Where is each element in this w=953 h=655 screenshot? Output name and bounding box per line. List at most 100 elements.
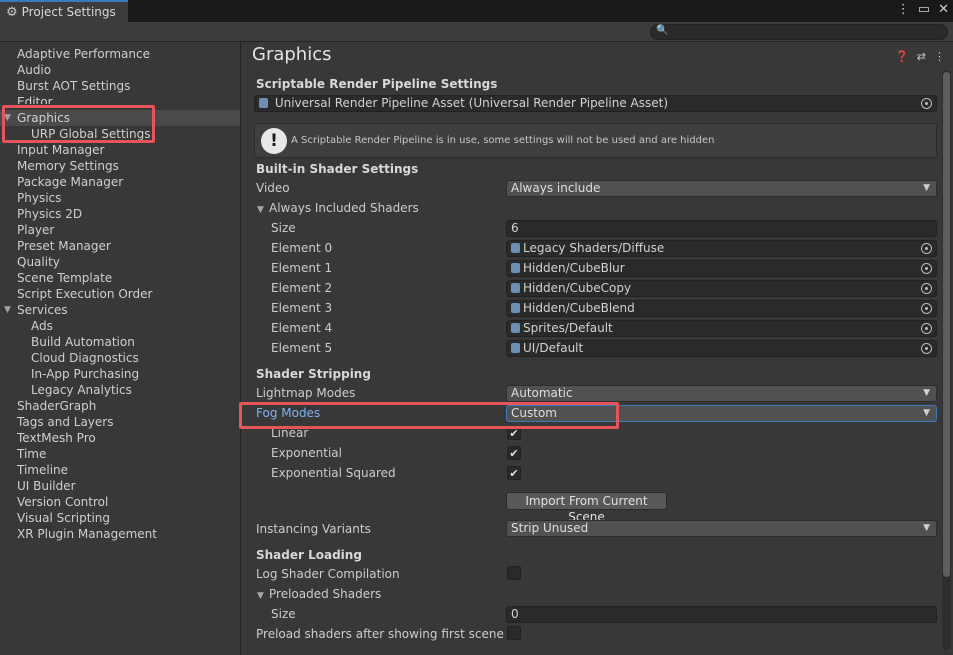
- shader-icon: [511, 343, 520, 353]
- lightmap-modes-label: Lightmap Modes: [256, 386, 356, 400]
- sidebar-item-package-manager[interactable]: Package Manager: [17, 174, 123, 190]
- preloaded-size-label: Size: [271, 607, 296, 621]
- maximize-icon[interactable]: ▭: [918, 2, 930, 17]
- video-dropdown[interactable]: Always include ▼: [506, 180, 937, 197]
- object-picker-icon[interactable]: [921, 323, 932, 334]
- sidebar-item-scene-template[interactable]: Scene Template: [17, 270, 112, 286]
- sidebar-item-tags-and-layers[interactable]: Tags and Layers: [17, 414, 113, 430]
- scrollbar-thumb[interactable]: [943, 72, 950, 577]
- shader-loading-section-header: Shader Loading: [256, 548, 362, 562]
- sidebar-item-quality[interactable]: Quality: [17, 254, 60, 270]
- always-included-size-field[interactable]: 6: [506, 220, 937, 237]
- video-label: Video: [256, 181, 290, 195]
- srp-asset-field[interactable]: Universal Render Pipeline Asset (Univers…: [254, 95, 937, 112]
- kebab-menu-icon[interactable]: ⋮: [934, 50, 945, 63]
- sidebar-item-adaptive-performance[interactable]: Adaptive Performance: [17, 46, 150, 62]
- fold-open-icon[interactable]: ▼: [257, 591, 264, 601]
- lightmap-modes-dropdown[interactable]: Automatic ▼: [506, 385, 937, 402]
- always-included-shaders-label[interactable]: Always Included Shaders: [269, 201, 419, 215]
- warning-message: A Scriptable Render Pipeline is in use, …: [291, 135, 715, 146]
- sidebar-item-label: Services: [17, 303, 68, 317]
- fog-modes-highlight-box: [239, 402, 619, 429]
- sidebar-item-textmesh-pro[interactable]: TextMesh Pro: [17, 430, 96, 446]
- object-picker-icon[interactable]: [921, 303, 932, 314]
- sidebar-item-preset-manager[interactable]: Preset Manager: [17, 238, 111, 254]
- preloaded-shaders-label[interactable]: Preloaded Shaders: [269, 587, 381, 601]
- sidebar-item-player[interactable]: Player: [17, 222, 54, 238]
- fold-open-icon[interactable]: ▼: [257, 205, 264, 215]
- builtin-section-header: Built-in Shader Settings: [256, 162, 419, 176]
- sidebar-item-services[interactable]: ▼ Services: [4, 302, 68, 318]
- chevron-down-icon: ▼: [923, 388, 930, 398]
- object-picker-icon[interactable]: [921, 263, 932, 274]
- vertical-scrollbar[interactable]: [942, 70, 951, 650]
- element-3-value: Hidden/CubeBlend: [523, 301, 635, 315]
- warning-icon: !: [261, 128, 287, 154]
- kebab-menu-icon[interactable]: ⋮: [897, 2, 910, 17]
- log-shader-compilation-label: Log Shader Compilation: [256, 567, 400, 581]
- log-shader-compilation-checkbox[interactable]: [507, 566, 521, 580]
- sidebar-item-physics-2d[interactable]: Physics 2D: [17, 206, 82, 222]
- chevron-down-icon: ▼: [923, 523, 930, 533]
- sidebar-item-visual-scripting[interactable]: Visual Scripting: [17, 510, 110, 526]
- object-picker-icon[interactable]: [921, 98, 932, 109]
- object-picker-icon[interactable]: [921, 243, 932, 254]
- instancing-variants-value: Strip Unused: [511, 521, 589, 535]
- fold-open-icon[interactable]: ▼: [4, 302, 11, 318]
- video-value: Always include: [511, 181, 601, 195]
- toolbar: 🔍: [0, 22, 953, 42]
- element-2-value: Hidden/CubeCopy: [523, 281, 632, 295]
- sidebar-item-timeline[interactable]: Timeline: [17, 462, 68, 478]
- search-input[interactable]: 🔍: [650, 24, 948, 40]
- element-3-field[interactable]: Hidden/CubeBlend: [506, 300, 937, 317]
- gear-icon: ⚙: [6, 4, 18, 20]
- sidebar-item-build-automation[interactable]: Build Automation: [31, 334, 135, 350]
- sidebar-item-version-control[interactable]: Version Control: [17, 494, 108, 510]
- exponential-fog-label: Exponential: [271, 446, 342, 460]
- sidebar-item-memory-settings[interactable]: Memory Settings: [17, 158, 119, 174]
- sidebar-item-burst-aot[interactable]: Burst AOT Settings: [17, 78, 130, 94]
- page-title: Graphics: [252, 44, 332, 65]
- object-picker-icon[interactable]: [921, 343, 932, 354]
- sidebar-item-ui-builder[interactable]: UI Builder: [17, 478, 76, 494]
- element-4-field[interactable]: Sprites/Default: [506, 320, 937, 337]
- element-4-label: Element 4: [271, 321, 333, 335]
- sidebar-item-in-app-purchasing[interactable]: In-App Purchasing: [31, 366, 139, 382]
- object-picker-icon[interactable]: [921, 283, 932, 294]
- preload-after-first-scene-checkbox[interactable]: [507, 626, 521, 640]
- sidebar-item-physics[interactable]: Physics: [17, 190, 61, 206]
- import-from-current-scene-button[interactable]: Import From Current Scene: [506, 492, 667, 524]
- element-0-field[interactable]: Legacy Shaders/Diffuse: [506, 240, 937, 257]
- exponential-squared-fog-label: Exponential Squared: [271, 466, 396, 480]
- sidebar-item-cloud-diagnostics[interactable]: Cloud Diagnostics: [31, 350, 139, 366]
- window-titlebar: ⚙ Project Settings ⋮ ▭ ✕: [0, 0, 953, 22]
- project-settings-tab[interactable]: ⚙ Project Settings: [0, 0, 128, 22]
- sidebar-item-script-execution-order[interactable]: Script Execution Order: [17, 286, 152, 302]
- exponential-squared-fog-checkbox[interactable]: ✔: [507, 466, 521, 480]
- element-1-value: Hidden/CubeBlur: [523, 261, 625, 275]
- instancing-variants-dropdown[interactable]: Strip Unused ▼: [506, 520, 937, 537]
- element-2-field[interactable]: Hidden/CubeCopy: [506, 280, 937, 297]
- element-1-field[interactable]: Hidden/CubeBlur: [506, 260, 937, 277]
- preloaded-size-field[interactable]: 0: [506, 606, 937, 623]
- sidebar-item-legacy-analytics[interactable]: Legacy Analytics: [31, 382, 132, 398]
- sidebar-item-shadergraph[interactable]: ShaderGraph: [17, 398, 96, 414]
- instancing-variants-label: Instancing Variants: [256, 522, 371, 536]
- sidebar-item-audio[interactable]: Audio: [17, 62, 51, 78]
- presets-icon[interactable]: ⇄: [917, 50, 926, 63]
- close-icon[interactable]: ✕: [938, 2, 949, 17]
- element-0-value: Legacy Shaders/Diffuse: [523, 241, 665, 255]
- sidebar-item-ads[interactable]: Ads: [31, 318, 53, 334]
- sidebar-item-editor[interactable]: Editor: [17, 94, 53, 104]
- shader-icon: [511, 283, 520, 293]
- element-5-field[interactable]: UI/Default: [506, 340, 937, 357]
- shader-icon: [511, 303, 520, 313]
- help-icon[interactable]: ❓: [895, 50, 909, 63]
- sidebar-item-xr-plugin-management[interactable]: XR Plugin Management: [17, 526, 157, 542]
- srp-section-header: Scriptable Render Pipeline Settings: [256, 77, 498, 91]
- exponential-fog-checkbox[interactable]: ✔: [507, 446, 521, 460]
- sidebar-item-time[interactable]: Time: [17, 446, 46, 462]
- sidebar-item-input-manager[interactable]: Input Manager: [17, 142, 105, 158]
- element-5-label: Element 5: [271, 341, 333, 355]
- chevron-down-icon: ▼: [923, 183, 930, 193]
